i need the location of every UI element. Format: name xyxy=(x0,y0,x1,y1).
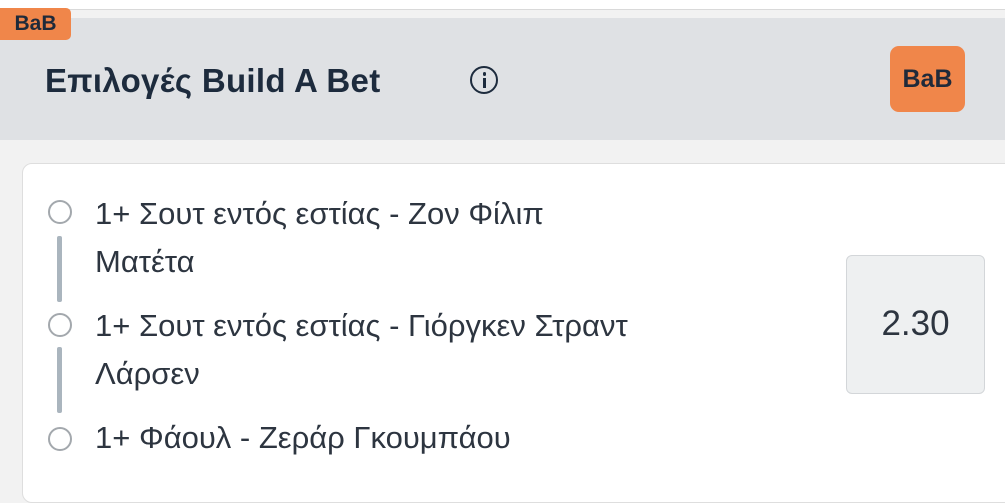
info-icon[interactable] xyxy=(470,66,498,94)
selection-radio-1[interactable] xyxy=(48,200,72,224)
top-divider xyxy=(0,0,1005,10)
selection-radio-3[interactable] xyxy=(48,427,72,451)
odds-button[interactable]: 2.30 xyxy=(846,255,985,394)
selection-radio-2[interactable] xyxy=(48,313,72,337)
build-a-bet-header: Επιλογές Build A Bet BaB xyxy=(0,18,1005,140)
info-icon-stem xyxy=(482,77,486,88)
selection-1-line-2: Ματέτα xyxy=(95,244,195,279)
selection-2-line-2: Λάρσεν xyxy=(95,356,200,391)
bab-button[interactable]: BaB xyxy=(890,46,965,112)
selection-connector xyxy=(57,347,62,413)
selection-3-line-1: 1+ Φάουλ - Ζεράρ Γκουμπάου xyxy=(95,420,511,455)
bab-corner-badge: BaB xyxy=(0,8,71,40)
info-icon-dot xyxy=(482,72,486,76)
page-title: Επιλογές Build A Bet xyxy=(45,62,381,99)
selection-connector xyxy=(57,236,62,302)
